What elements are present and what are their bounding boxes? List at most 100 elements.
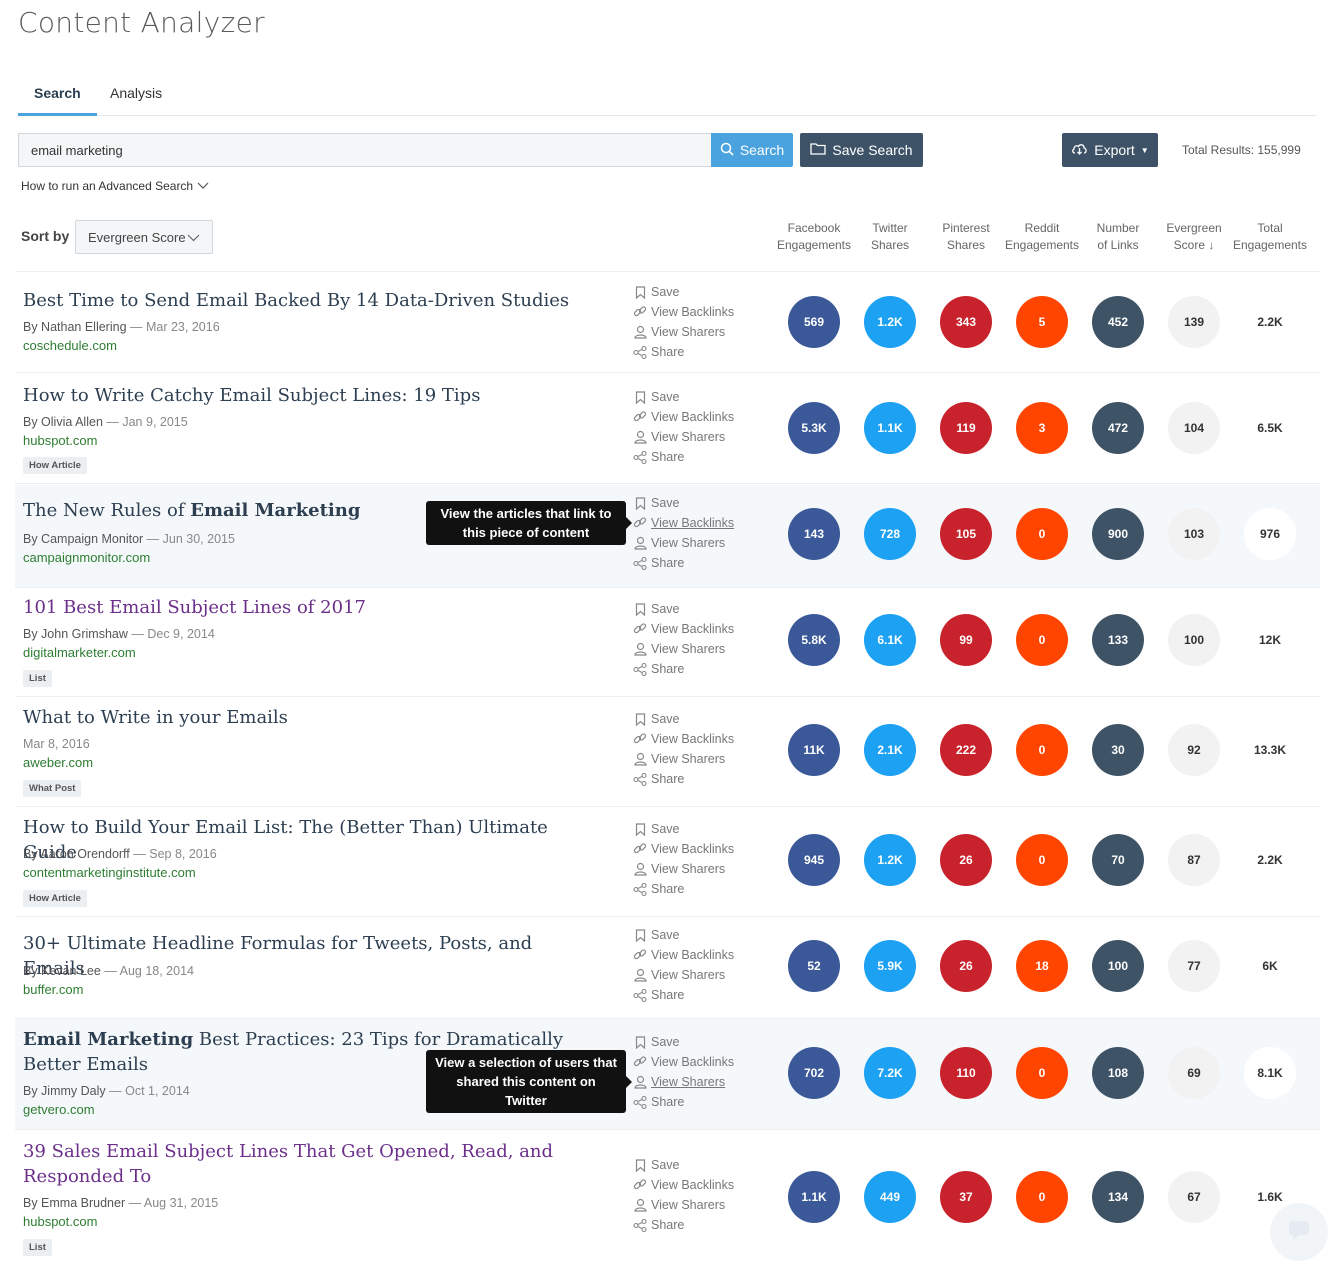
result-title-link[interactable]: How to Write Catchy Email Subject Lines:… [23, 383, 583, 408]
view-backlinks-action[interactable]: View Backlinks [633, 839, 773, 859]
facebook-metric[interactable]: 143 [788, 508, 840, 560]
save-action[interactable]: Save [633, 709, 773, 729]
reddit-metric[interactable]: 0 [1016, 508, 1068, 560]
reddit-metric[interactable]: 3 [1016, 402, 1068, 454]
view-backlinks-action[interactable]: View Backlinks [633, 513, 773, 533]
pinterest-metric[interactable]: 37 [940, 1171, 992, 1223]
reddit-metric[interactable]: 0 [1016, 1171, 1068, 1223]
chat-widget-button[interactable] [1270, 1203, 1328, 1261]
result-domain-link[interactable]: coschedule.com [23, 338, 117, 353]
column-header-6[interactable]: Total Engagements [1225, 220, 1315, 254]
twitter-metric[interactable]: 1.1K [864, 402, 916, 454]
pinterest-metric[interactable]: 222 [940, 724, 992, 776]
sort-select[interactable]: Evergreen Score [75, 220, 213, 254]
view-sharers-action[interactable]: View Sharers [633, 1072, 773, 1092]
twitter-metric[interactable]: 6.1K [864, 614, 916, 666]
view-backlinks-action[interactable]: View Backlinks [633, 302, 773, 322]
view-backlinks-action[interactable]: View Backlinks [633, 1052, 773, 1072]
evergreen-metric[interactable]: 139 [1168, 296, 1220, 348]
evergreen-metric[interactable]: 77 [1168, 940, 1220, 992]
share-action[interactable]: Share [633, 342, 773, 362]
share-action[interactable]: Share [633, 1215, 773, 1235]
result-author[interactable]: By Jimmy Daly [23, 1084, 106, 1098]
evergreen-metric[interactable]: 104 [1168, 402, 1220, 454]
view-backlinks-action[interactable]: View Backlinks [633, 407, 773, 427]
result-domain-link[interactable]: hubspot.com [23, 433, 97, 448]
result-title-link[interactable]: 101 Best Email Subject Lines of 2017 [23, 595, 583, 620]
evergreen-metric[interactable]: 67 [1168, 1171, 1220, 1223]
result-domain-link[interactable]: campaignmonitor.com [23, 550, 150, 565]
share-action[interactable]: Share [633, 985, 773, 1005]
twitter-metric[interactable]: 1.2K [864, 834, 916, 886]
result-domain-link[interactable]: buffer.com [23, 982, 83, 997]
result-author[interactable]: By Aaron Orendorff [23, 847, 130, 861]
links-metric[interactable]: 100 [1092, 940, 1144, 992]
save-action[interactable]: Save [633, 1032, 773, 1052]
reddit-metric[interactable]: 18 [1016, 940, 1068, 992]
result-author[interactable]: By Nathan Ellering [23, 320, 127, 334]
links-metric[interactable]: 70 [1092, 834, 1144, 886]
links-metric[interactable]: 108 [1092, 1047, 1144, 1099]
share-action[interactable]: Share [633, 553, 773, 573]
reddit-metric[interactable]: 0 [1016, 834, 1068, 886]
evergreen-metric[interactable]: 103 [1168, 508, 1220, 560]
view-sharers-action[interactable]: View Sharers [633, 749, 773, 769]
twitter-metric[interactable]: 449 [864, 1171, 916, 1223]
view-sharers-action[interactable]: View Sharers [633, 427, 773, 447]
tab-analysis[interactable]: Analysis [94, 84, 178, 115]
reddit-metric[interactable]: 0 [1016, 614, 1068, 666]
result-author[interactable]: By John Grimshaw [23, 627, 128, 641]
view-backlinks-action[interactable]: View Backlinks [633, 619, 773, 639]
save-action[interactable]: Save [633, 282, 773, 302]
facebook-metric[interactable]: 11K [788, 724, 840, 776]
share-action[interactable]: Share [633, 659, 773, 679]
result-author[interactable]: By Emma Brudner [23, 1196, 125, 1210]
evergreen-metric[interactable]: 100 [1168, 614, 1220, 666]
twitter-metric[interactable]: 7.2K [864, 1047, 916, 1099]
view-sharers-action[interactable]: View Sharers [633, 965, 773, 985]
pinterest-metric[interactable]: 99 [940, 614, 992, 666]
facebook-metric[interactable]: 5.3K [788, 402, 840, 454]
links-metric[interactable]: 900 [1092, 508, 1144, 560]
result-domain-link[interactable]: hubspot.com [23, 1214, 97, 1229]
tab-search[interactable]: Search [18, 84, 97, 116]
links-metric[interactable]: 133 [1092, 614, 1144, 666]
pinterest-metric[interactable]: 343 [940, 296, 992, 348]
share-action[interactable]: Share [633, 447, 773, 467]
pinterest-metric[interactable]: 26 [940, 834, 992, 886]
twitter-metric[interactable]: 5.9K [864, 940, 916, 992]
share-action[interactable]: Share [633, 879, 773, 899]
view-backlinks-action[interactable]: View Backlinks [633, 945, 773, 965]
twitter-metric[interactable]: 2.1K [864, 724, 916, 776]
links-metric[interactable]: 134 [1092, 1171, 1144, 1223]
facebook-metric[interactable]: 5.8K [788, 614, 840, 666]
advanced-search-link[interactable]: How to run an Advanced Search [21, 179, 209, 193]
reddit-metric[interactable]: 0 [1016, 724, 1068, 776]
view-sharers-action[interactable]: View Sharers [633, 322, 773, 342]
facebook-metric[interactable]: 945 [788, 834, 840, 886]
view-sharers-action[interactable]: View Sharers [633, 859, 773, 879]
result-title-link[interactable]: Best Time to Send Email Backed By 14 Dat… [23, 288, 583, 313]
facebook-metric[interactable]: 1.1K [788, 1171, 840, 1223]
search-button[interactable]: Search [711, 133, 793, 167]
links-metric[interactable]: 452 [1092, 296, 1144, 348]
share-action[interactable]: Share [633, 1092, 773, 1112]
result-domain-link[interactable]: contentmarketinginstitute.com [23, 865, 196, 880]
export-button[interactable]: Export ▼ [1062, 133, 1158, 167]
share-action[interactable]: Share [633, 769, 773, 789]
result-title-link[interactable]: What to Write in your Emails [23, 705, 583, 730]
result-author[interactable]: By Campaign Monitor [23, 532, 143, 546]
evergreen-metric[interactable]: 87 [1168, 834, 1220, 886]
save-action[interactable]: Save [633, 493, 773, 513]
links-metric[interactable]: 472 [1092, 402, 1144, 454]
pinterest-metric[interactable]: 110 [940, 1047, 992, 1099]
evergreen-metric[interactable]: 92 [1168, 724, 1220, 776]
twitter-metric[interactable]: 728 [864, 508, 916, 560]
view-backlinks-action[interactable]: View Backlinks [633, 1175, 773, 1195]
reddit-metric[interactable]: 0 [1016, 1047, 1068, 1099]
result-title-link[interactable]: 39 Sales Email Subject Lines That Get Op… [23, 1139, 583, 1189]
facebook-metric[interactable]: 702 [788, 1047, 840, 1099]
pinterest-metric[interactable]: 26 [940, 940, 992, 992]
view-sharers-action[interactable]: View Sharers [633, 1195, 773, 1215]
pinterest-metric[interactable]: 119 [940, 402, 992, 454]
